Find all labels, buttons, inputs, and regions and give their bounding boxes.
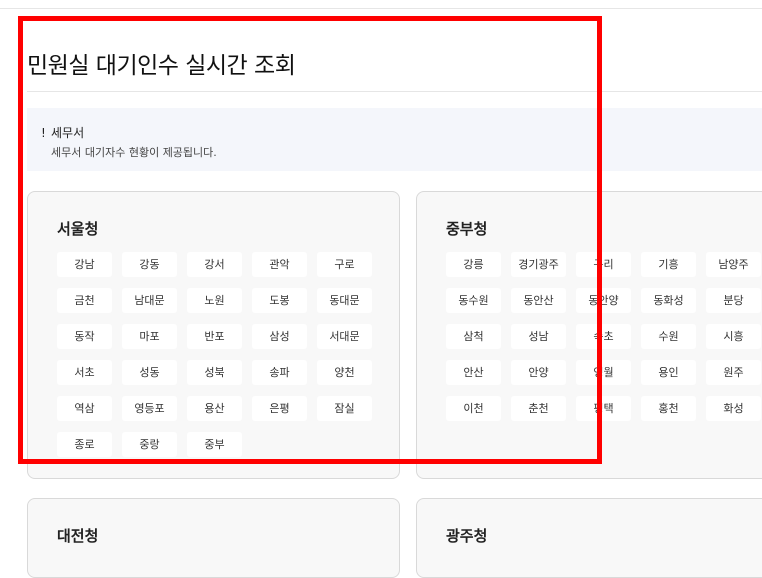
branch-button[interactable]: 삼성 <box>252 324 307 349</box>
branch-button[interactable]: 강서 <box>187 252 242 277</box>
branch-button[interactable]: 원주 <box>706 360 761 385</box>
branch-button[interactable]: 수원 <box>641 324 696 349</box>
branch-button[interactable]: 송파 <box>252 360 307 385</box>
branch-button[interactable]: 성동 <box>122 360 177 385</box>
page-title: 민원실 대기인수 실시간 조회 <box>27 53 296 79</box>
branch-button[interactable]: 안양 <box>511 360 566 385</box>
branch-button[interactable]: 안산 <box>446 360 501 385</box>
branch-button[interactable]: 성남 <box>511 324 566 349</box>
branch-button[interactable]: 기흥 <box>641 252 696 277</box>
branch-button[interactable]: 이천 <box>446 396 501 421</box>
branch-button[interactable]: 중부 <box>187 432 242 457</box>
branch-button[interactable]: 성북 <box>187 360 242 385</box>
branch-button[interactable]: 동대문 <box>317 288 372 313</box>
notice-box: ! 세무서 세무서 대기자수 현황이 제공됩니다. <box>27 108 762 171</box>
branch-button[interactable]: 관악 <box>252 252 307 277</box>
branch-button[interactable]: 양천 <box>317 360 372 385</box>
branch-button[interactable]: 용인 <box>641 360 696 385</box>
office-card-title: 광주청 <box>446 527 488 545</box>
office-card-title: 대전청 <box>57 527 99 545</box>
branch-button[interactable]: 홍천 <box>641 396 696 421</box>
branch-button[interactable]: 금천 <box>57 288 112 313</box>
branch-button[interactable]: 강남 <box>57 252 112 277</box>
branch-button[interactable]: 동안양 <box>576 288 631 313</box>
branch-button[interactable]: 종로 <box>57 432 112 457</box>
branch-button[interactable]: 도봉 <box>252 288 307 313</box>
office-card-gwangju: 광주청 <box>416 498 762 578</box>
branch-button[interactable]: 역삼 <box>57 396 112 421</box>
branch-button[interactable]: 남대문 <box>122 288 177 313</box>
branch-button[interactable]: 구로 <box>317 252 372 277</box>
branch-button[interactable]: 서초 <box>57 360 112 385</box>
branch-button[interactable]: 삼척 <box>446 324 501 349</box>
branch-button[interactable]: 화성 <box>706 396 761 421</box>
branch-button[interactable]: 은평 <box>252 396 307 421</box>
office-card-jungbu: 중부청 강릉 경기광주 구리 기흥 남양주동수원 동안산 동안양 동화성 분당삼척 성남 속초 수원 시… <box>416 191 762 479</box>
branch-button[interactable]: 동화성 <box>641 288 696 313</box>
branch-button[interactable]: 동작 <box>57 324 112 349</box>
notice-heading: 세무서 <box>51 126 85 140</box>
exclamation-icon: ! <box>41 126 46 140</box>
branch-button[interactable]: 평택 <box>576 396 631 421</box>
branch-button[interactable]: 영월 <box>576 360 631 385</box>
branch-button[interactable]: 중랑 <box>122 432 177 457</box>
branch-button[interactable]: 반포 <box>187 324 242 349</box>
branch-button[interactable]: 노원 <box>187 288 242 313</box>
top-divider <box>0 8 762 9</box>
branch-button[interactable]: 강릉 <box>446 252 501 277</box>
office-card-title: 중부청 <box>446 220 488 238</box>
title-divider <box>27 91 762 92</box>
branch-button[interactable]: 용산 <box>187 396 242 421</box>
branch-button[interactable]: 춘천 <box>511 396 566 421</box>
branch-button[interactable]: 시흥 <box>706 324 761 349</box>
branch-button[interactable]: 속초 <box>576 324 631 349</box>
branch-button[interactable]: 영등포 <box>122 396 177 421</box>
branch-button[interactable]: 서대문 <box>317 324 372 349</box>
office-card-title: 서울청 <box>57 220 99 238</box>
branch-button[interactable]: 마포 <box>122 324 177 349</box>
branch-button[interactable]: 잠실 <box>317 396 372 421</box>
office-card-seoul: 서울청 강남 강동 강서 관악 구로금천 남대문 노원 도봉 동대문동작 마포 반포 삼성 서대문서초 성… <box>27 191 400 479</box>
branch-button[interactable]: 구리 <box>576 252 631 277</box>
branch-button[interactable]: 동안산 <box>511 288 566 313</box>
branch-button[interactable]: 남양주 <box>706 252 761 277</box>
branch-list: 강릉 경기광주 구리 기흥 남양주동수원 동안산 동안양 동화성 분당삼척 성남 속초 수원 시흥안산 안… <box>446 252 761 421</box>
branch-button[interactable]: 강동 <box>122 252 177 277</box>
notice-body: 세무서 대기자수 현황이 제공됩니다. <box>51 146 217 159</box>
branch-list: 강남 강동 강서 관악 구로금천 남대문 노원 도봉 동대문동작 마포 반포 삼성 서대문서초 성동 성북 송… <box>57 252 372 457</box>
branch-button[interactable]: 분당 <box>706 288 761 313</box>
branch-button[interactable]: 경기광주 <box>511 252 566 277</box>
branch-button[interactable]: 동수원 <box>446 288 501 313</box>
office-card-daejeon: 대전청 <box>27 498 400 578</box>
